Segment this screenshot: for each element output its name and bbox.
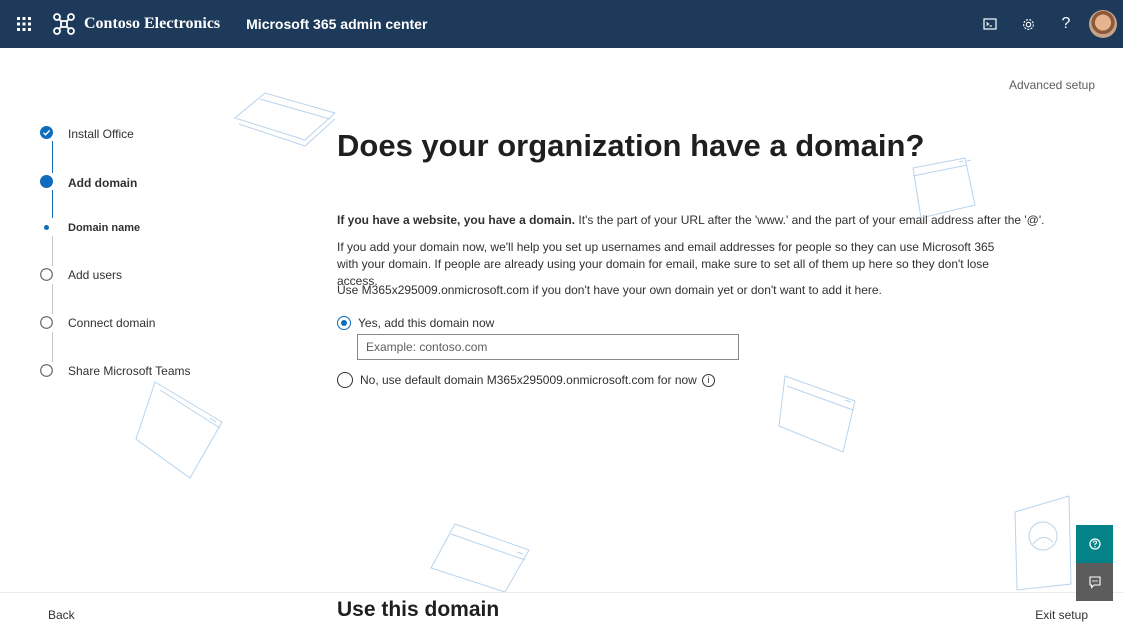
step-pending-icon — [40, 268, 53, 281]
exit-setup-button[interactable]: Exit setup — [1035, 608, 1088, 622]
help-float-button[interactable] — [1076, 525, 1113, 563]
footer-divider — [0, 592, 1123, 593]
option-no-default-domain[interactable]: No, use default domain M365x295009.onmic… — [337, 372, 715, 388]
option-yes-label: Yes, add this domain now — [358, 316, 495, 330]
background-window-illustration — [1014, 495, 1072, 591]
step-connector — [52, 332, 53, 362]
step-pending-icon — [40, 316, 53, 329]
substep-current-icon — [44, 225, 49, 230]
option-yes-add-domain[interactable]: Yes, add this domain now — [337, 316, 494, 330]
help-glyph: ? — [1061, 15, 1071, 32]
waffle-icon[interactable] — [0, 0, 48, 48]
info-icon[interactable]: i — [701, 373, 715, 387]
advanced-setup-link[interactable]: Advanced setup — [1009, 78, 1095, 92]
intro-text: It's the part of your URL after the 'www… — [575, 213, 1045, 227]
step-label: Share Microsoft Teams — [68, 364, 191, 378]
step-label: Install Office — [68, 127, 134, 141]
background-window-illustration — [135, 381, 223, 479]
feedback-chat-icon — [1088, 576, 1101, 589]
avatar[interactable] — [1089, 10, 1117, 38]
contoso-logo-icon — [53, 13, 75, 35]
settings-icon[interactable] — [1009, 0, 1047, 48]
help-icon[interactable]: ? — [1047, 0, 1085, 48]
step-pending-icon — [40, 364, 53, 377]
step-label: Domain name — [68, 222, 141, 234]
step-current-icon — [40, 175, 53, 188]
intro-paragraph: If you have a website, you have a domain… — [337, 213, 1045, 227]
radio-yes[interactable] — [337, 316, 351, 330]
step-connector — [52, 236, 53, 266]
step-connector — [52, 190, 53, 218]
page-title: Does your organization have a domain? — [337, 128, 925, 163]
use-this-domain-button[interactable]: Use this domain — [337, 598, 499, 622]
brand-name[interactable]: Contoso Electronics — [84, 15, 220, 33]
step-label: Add domain — [68, 176, 138, 190]
intro-bold: If you have a website, you have a domain… — [337, 213, 576, 227]
default-domain-paragraph: Use M365x295009.onmicrosoft.com if you d… — [337, 283, 882, 297]
domain-input[interactable] — [357, 334, 739, 360]
step-label: Add users — [68, 268, 123, 282]
top-bar: Contoso Electronics Microsoft 365 admin … — [0, 0, 1123, 48]
background-window-illustration — [778, 375, 856, 453]
step-completed-icon — [40, 126, 53, 139]
app-name[interactable]: Microsoft 365 admin center — [246, 16, 427, 32]
background-window-illustration — [430, 523, 530, 593]
step-label: Connect domain — [68, 316, 156, 330]
step-connector — [52, 141, 53, 173]
terminal-icon[interactable] — [971, 0, 1009, 48]
feedback-float-button[interactable] — [1076, 563, 1113, 601]
background-window-illustration — [233, 92, 337, 147]
step-connector — [52, 284, 53, 314]
radio-no[interactable] — [337, 372, 353, 388]
back-button[interactable]: Back — [48, 608, 75, 622]
option-no-label: No, use default domain M365x295009.onmic… — [360, 373, 697, 387]
help-circle-icon — [1088, 538, 1101, 550]
